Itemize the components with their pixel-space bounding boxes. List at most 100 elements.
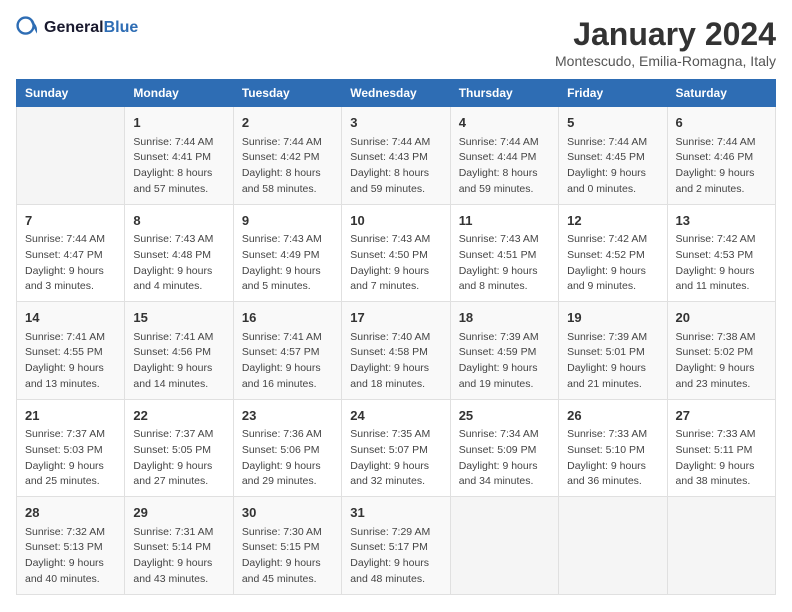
calendar-cell: 8Sunrise: 7:43 AMSunset: 4:48 PMDaylight… bbox=[125, 204, 233, 302]
calendar-cell: 19Sunrise: 7:39 AMSunset: 5:01 PMDayligh… bbox=[559, 302, 667, 400]
day-number: 13 bbox=[676, 211, 767, 231]
day-number: 16 bbox=[242, 308, 333, 328]
day-number: 9 bbox=[242, 211, 333, 231]
title-area: January 2024 Montescudo, Emilia-Romagna,… bbox=[555, 16, 776, 69]
day-number: 28 bbox=[25, 503, 116, 523]
day-number: 31 bbox=[350, 503, 441, 523]
calendar-cell: 17Sunrise: 7:40 AMSunset: 4:58 PMDayligh… bbox=[342, 302, 450, 400]
calendar-cell: 12Sunrise: 7:42 AMSunset: 4:52 PMDayligh… bbox=[559, 204, 667, 302]
logo-icon bbox=[16, 16, 40, 40]
calendar-cell: 23Sunrise: 7:36 AMSunset: 5:06 PMDayligh… bbox=[233, 399, 341, 497]
month-title: January 2024 bbox=[555, 16, 776, 53]
calendar-cell: 22Sunrise: 7:37 AMSunset: 5:05 PMDayligh… bbox=[125, 399, 233, 497]
calendar-cell: 2Sunrise: 7:44 AMSunset: 4:42 PMDaylight… bbox=[233, 107, 341, 205]
cell-content: Sunrise: 7:34 AMSunset: 5:09 PMDaylight:… bbox=[459, 427, 550, 490]
cell-content: Sunrise: 7:33 AMSunset: 5:10 PMDaylight:… bbox=[567, 427, 658, 490]
calendar-header: SundayMondayTuesdayWednesdayThursdayFrid… bbox=[17, 80, 776, 107]
calendar-cell bbox=[450, 497, 558, 595]
day-number: 30 bbox=[242, 503, 333, 523]
day-number: 17 bbox=[350, 308, 441, 328]
day-number: 24 bbox=[350, 406, 441, 426]
calendar-cell: 26Sunrise: 7:33 AMSunset: 5:10 PMDayligh… bbox=[559, 399, 667, 497]
calendar-week-row: 14Sunrise: 7:41 AMSunset: 4:55 PMDayligh… bbox=[17, 302, 776, 400]
cell-content: Sunrise: 7:41 AMSunset: 4:56 PMDaylight:… bbox=[133, 330, 224, 393]
cell-content: Sunrise: 7:44 AMSunset: 4:42 PMDaylight:… bbox=[242, 135, 333, 198]
header-day: Monday bbox=[125, 80, 233, 107]
day-number: 20 bbox=[676, 308, 767, 328]
logo-text: GeneralBlue bbox=[44, 19, 138, 37]
logo: GeneralBlue bbox=[16, 16, 138, 40]
cell-content: Sunrise: 7:31 AMSunset: 5:14 PMDaylight:… bbox=[133, 525, 224, 588]
day-number: 7 bbox=[25, 211, 116, 231]
cell-content: Sunrise: 7:37 AMSunset: 5:05 PMDaylight:… bbox=[133, 427, 224, 490]
day-number: 14 bbox=[25, 308, 116, 328]
day-number: 1 bbox=[133, 113, 224, 133]
calendar-week-row: 28Sunrise: 7:32 AMSunset: 5:13 PMDayligh… bbox=[17, 497, 776, 595]
day-number: 2 bbox=[242, 113, 333, 133]
day-number: 26 bbox=[567, 406, 658, 426]
calendar-cell: 3Sunrise: 7:44 AMSunset: 4:43 PMDaylight… bbox=[342, 107, 450, 205]
calendar-table: SundayMondayTuesdayWednesdayThursdayFrid… bbox=[16, 79, 776, 595]
calendar-cell: 13Sunrise: 7:42 AMSunset: 4:53 PMDayligh… bbox=[667, 204, 775, 302]
day-number: 19 bbox=[567, 308, 658, 328]
day-number: 11 bbox=[459, 211, 550, 231]
page-header: GeneralBlue January 2024 Montescudo, Emi… bbox=[16, 16, 776, 69]
calendar-cell: 24Sunrise: 7:35 AMSunset: 5:07 PMDayligh… bbox=[342, 399, 450, 497]
cell-content: Sunrise: 7:36 AMSunset: 5:06 PMDaylight:… bbox=[242, 427, 333, 490]
cell-content: Sunrise: 7:44 AMSunset: 4:44 PMDaylight:… bbox=[459, 135, 550, 198]
cell-content: Sunrise: 7:44 AMSunset: 4:47 PMDaylight:… bbox=[25, 232, 116, 295]
cell-content: Sunrise: 7:33 AMSunset: 5:11 PMDaylight:… bbox=[676, 427, 767, 490]
calendar-week-row: 1Sunrise: 7:44 AMSunset: 4:41 PMDaylight… bbox=[17, 107, 776, 205]
calendar-cell bbox=[17, 107, 125, 205]
cell-content: Sunrise: 7:44 AMSunset: 4:41 PMDaylight:… bbox=[133, 135, 224, 198]
day-number: 3 bbox=[350, 113, 441, 133]
day-number: 4 bbox=[459, 113, 550, 133]
cell-content: Sunrise: 7:43 AMSunset: 4:49 PMDaylight:… bbox=[242, 232, 333, 295]
day-number: 15 bbox=[133, 308, 224, 328]
header-day: Sunday bbox=[17, 80, 125, 107]
calendar-cell: 7Sunrise: 7:44 AMSunset: 4:47 PMDaylight… bbox=[17, 204, 125, 302]
calendar-cell: 6Sunrise: 7:44 AMSunset: 4:46 PMDaylight… bbox=[667, 107, 775, 205]
cell-content: Sunrise: 7:43 AMSunset: 4:51 PMDaylight:… bbox=[459, 232, 550, 295]
day-number: 10 bbox=[350, 211, 441, 231]
day-number: 27 bbox=[676, 406, 767, 426]
calendar-cell bbox=[667, 497, 775, 595]
calendar-cell: 28Sunrise: 7:32 AMSunset: 5:13 PMDayligh… bbox=[17, 497, 125, 595]
cell-content: Sunrise: 7:40 AMSunset: 4:58 PMDaylight:… bbox=[350, 330, 441, 393]
calendar-cell: 30Sunrise: 7:30 AMSunset: 5:15 PMDayligh… bbox=[233, 497, 341, 595]
day-number: 18 bbox=[459, 308, 550, 328]
calendar-cell: 11Sunrise: 7:43 AMSunset: 4:51 PMDayligh… bbox=[450, 204, 558, 302]
calendar-cell: 4Sunrise: 7:44 AMSunset: 4:44 PMDaylight… bbox=[450, 107, 558, 205]
calendar-cell: 18Sunrise: 7:39 AMSunset: 4:59 PMDayligh… bbox=[450, 302, 558, 400]
day-number: 21 bbox=[25, 406, 116, 426]
day-number: 22 bbox=[133, 406, 224, 426]
cell-content: Sunrise: 7:41 AMSunset: 4:55 PMDaylight:… bbox=[25, 330, 116, 393]
cell-content: Sunrise: 7:42 AMSunset: 4:53 PMDaylight:… bbox=[676, 232, 767, 295]
day-number: 25 bbox=[459, 406, 550, 426]
header-day: Saturday bbox=[667, 80, 775, 107]
calendar-cell: 1Sunrise: 7:44 AMSunset: 4:41 PMDaylight… bbox=[125, 107, 233, 205]
calendar-cell: 10Sunrise: 7:43 AMSunset: 4:50 PMDayligh… bbox=[342, 204, 450, 302]
day-number: 6 bbox=[676, 113, 767, 133]
header-day: Wednesday bbox=[342, 80, 450, 107]
calendar-cell: 21Sunrise: 7:37 AMSunset: 5:03 PMDayligh… bbox=[17, 399, 125, 497]
calendar-cell: 27Sunrise: 7:33 AMSunset: 5:11 PMDayligh… bbox=[667, 399, 775, 497]
calendar-cell: 9Sunrise: 7:43 AMSunset: 4:49 PMDaylight… bbox=[233, 204, 341, 302]
calendar-cell: 5Sunrise: 7:44 AMSunset: 4:45 PMDaylight… bbox=[559, 107, 667, 205]
cell-content: Sunrise: 7:44 AMSunset: 4:45 PMDaylight:… bbox=[567, 135, 658, 198]
calendar-body: 1Sunrise: 7:44 AMSunset: 4:41 PMDaylight… bbox=[17, 107, 776, 595]
cell-content: Sunrise: 7:43 AMSunset: 4:50 PMDaylight:… bbox=[350, 232, 441, 295]
calendar-cell: 31Sunrise: 7:29 AMSunset: 5:17 PMDayligh… bbox=[342, 497, 450, 595]
calendar-cell: 29Sunrise: 7:31 AMSunset: 5:14 PMDayligh… bbox=[125, 497, 233, 595]
cell-content: Sunrise: 7:43 AMSunset: 4:48 PMDaylight:… bbox=[133, 232, 224, 295]
header-row: SundayMondayTuesdayWednesdayThursdayFrid… bbox=[17, 80, 776, 107]
cell-content: Sunrise: 7:39 AMSunset: 4:59 PMDaylight:… bbox=[459, 330, 550, 393]
calendar-cell: 16Sunrise: 7:41 AMSunset: 4:57 PMDayligh… bbox=[233, 302, 341, 400]
cell-content: Sunrise: 7:29 AMSunset: 5:17 PMDaylight:… bbox=[350, 525, 441, 588]
calendar-cell: 25Sunrise: 7:34 AMSunset: 5:09 PMDayligh… bbox=[450, 399, 558, 497]
header-day: Thursday bbox=[450, 80, 558, 107]
cell-content: Sunrise: 7:38 AMSunset: 5:02 PMDaylight:… bbox=[676, 330, 767, 393]
calendar-cell bbox=[559, 497, 667, 595]
cell-content: Sunrise: 7:42 AMSunset: 4:52 PMDaylight:… bbox=[567, 232, 658, 295]
calendar-week-row: 21Sunrise: 7:37 AMSunset: 5:03 PMDayligh… bbox=[17, 399, 776, 497]
